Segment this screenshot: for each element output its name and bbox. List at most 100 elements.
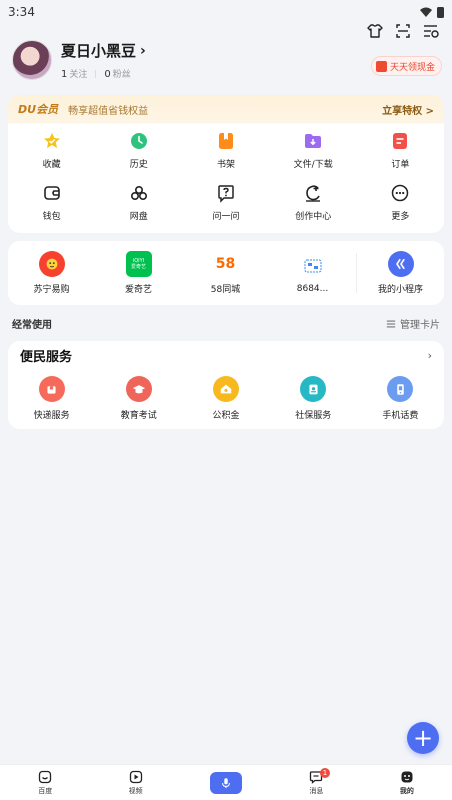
- grid-item-label: 网盘: [129, 212, 148, 222]
- membership-banner[interactable]: DU会员 畅享超值省钱权益 立享特权 >: [8, 95, 444, 123]
- voice-search-button[interactable]: [210, 771, 243, 794]
- nav-item-baidu[interactable]: 百度: [0, 770, 90, 796]
- mini-programs-card: 苏宁易购 iQIYI 爱奇艺 爱奇艺 58 58同城 8684... 我的小程序: [8, 241, 444, 305]
- microphone-icon: [222, 777, 230, 788]
- grid-item-history[interactable]: 历史: [95, 123, 182, 175]
- membership-link[interactable]: 立享特权 >: [382, 102, 434, 117]
- fans-label: 粉丝: [112, 70, 131, 80]
- mini-program-label: 我的小程序: [377, 285, 423, 295]
- skin-icon[interactable]: [366, 22, 384, 40]
- grid-item-more[interactable]: 更多: [357, 175, 444, 227]
- stats-divider: [95, 69, 97, 78]
- wifi-icon: [420, 7, 432, 17]
- grid-item-ask[interactable]: 问一问: [182, 175, 269, 227]
- following-stat[interactable]: 1 关注: [61, 67, 87, 80]
- service-housing-fund[interactable]: 公积金: [182, 369, 269, 421]
- 58-icon: 58: [212, 251, 239, 277]
- status-icons: [420, 6, 444, 18]
- service-education[interactable]: 教育考试: [95, 369, 182, 421]
- mini-program-8684[interactable]: 8684...: [269, 252, 356, 294]
- nav-label: 我的: [399, 786, 414, 795]
- feature-grid: 收藏 历史 书架 文件/下载 订单 钱包 网盘 问一问 创作中心 更多: [8, 123, 444, 227]
- service-label: 快递服务: [33, 411, 70, 421]
- star-icon: [43, 133, 60, 148]
- grid-item-label: 更多: [391, 212, 410, 222]
- mini-program-suning[interactable]: 苏宁易购: [8, 251, 95, 295]
- nav-label: 视频: [128, 786, 143, 795]
- settings-icon[interactable]: [422, 22, 440, 40]
- create-icon: [306, 185, 321, 202]
- order-icon: [393, 133, 408, 149]
- mini-program-label: 爱奇艺: [124, 285, 152, 295]
- manage-cards-label: 管理卡片: [400, 320, 440, 331]
- nav-item-mine[interactable]: 我的: [362, 770, 452, 796]
- nav-item-voice[interactable]: [181, 771, 271, 794]
- grid-item-orders[interactable]: 订单: [357, 123, 444, 175]
- iqiyi-icon: iQIYI 爱奇艺: [125, 251, 152, 277]
- grid-item-bookshelf[interactable]: 书架: [182, 123, 269, 175]
- question-icon: [218, 185, 234, 203]
- express-icon: [38, 376, 65, 402]
- services-header[interactable]: 便民服务 ›: [8, 341, 444, 369]
- grid-item-cloud-drive[interactable]: 网盘: [95, 175, 182, 227]
- message-badge: 1: [320, 767, 331, 778]
- battery-icon: [437, 6, 444, 18]
- grid-item-creator-center[interactable]: 创作中心: [270, 175, 357, 227]
- my-mini-program-icon: [387, 251, 414, 277]
- nav-label: 百度: [38, 786, 53, 795]
- profile-stats: 1 关注 0 粉丝: [61, 67, 146, 80]
- daily-cash-label: 天天领现金: [389, 62, 435, 73]
- mini-program-iqiyi[interactable]: iQIYI 爱奇艺 爱奇艺: [95, 251, 182, 295]
- profile-header[interactable]: 夏日小黑豆 › 1 关注 0 粉丝: [12, 40, 146, 80]
- bookshelf-icon: [218, 133, 233, 149]
- nav-item-video[interactable]: 视频: [90, 770, 180, 796]
- grid-item-label: 文件/下载: [293, 160, 333, 170]
- service-label: 教育考试: [120, 411, 157, 421]
- mini-program-label: 8684...: [296, 283, 329, 294]
- mini-program-label: 58同城: [210, 285, 241, 295]
- avatar[interactable]: [12, 40, 52, 80]
- clock-icon: [130, 133, 147, 149]
- grid-item-label: 历史: [129, 160, 148, 170]
- services-row: 快递服务 教育考试 公积金 社保服务 手机话费: [8, 369, 444, 421]
- membership-title: DU会员: [18, 103, 59, 116]
- membership-subtitle: 畅享超值省钱权益: [68, 105, 149, 117]
- section-title: 经常使用: [12, 320, 52, 331]
- profile-info: 夏日小黑豆 › 1 关注 0 粉丝: [61, 40, 146, 80]
- top-toolbar: [366, 22, 440, 40]
- 8684-icon: [299, 252, 326, 279]
- more-icon: [392, 184, 409, 202]
- gift-icon: [375, 60, 387, 72]
- chevron-right-icon: ›: [140, 42, 146, 59]
- service-social-security[interactable]: 社保服务: [270, 369, 357, 421]
- chevron-right-icon[interactable]: ›: [428, 349, 432, 362]
- grid-item-label: 创作中心: [295, 212, 332, 222]
- baidu-home-icon: [39, 770, 52, 783]
- mini-program-58[interactable]: 58 58同城: [182, 251, 269, 295]
- mini-program-my-programs[interactable]: 我的小程序: [357, 251, 444, 295]
- grid-item-favorites[interactable]: 收藏: [8, 123, 95, 175]
- service-phone-bill[interactable]: 手机话费: [357, 369, 444, 421]
- bottom-nav: 百度 视频 1 消息 我的: [0, 764, 452, 800]
- folder-download-icon: [305, 134, 322, 148]
- grid-item-label: 订单: [391, 160, 410, 170]
- services-title: 便民服务: [20, 349, 73, 365]
- suning-icon: [38, 251, 65, 277]
- grid-item-wallet[interactable]: 钱包: [8, 175, 95, 227]
- fans-stat[interactable]: 0 粉丝: [104, 67, 130, 80]
- mine-icon: [401, 771, 413, 782]
- grid-item-files[interactable]: 文件/下载: [270, 123, 357, 175]
- service-label: 公积金: [212, 411, 240, 421]
- manage-cards-button[interactable]: 管理卡片: [386, 316, 440, 331]
- profile-name[interactable]: 夏日小黑豆 ›: [61, 40, 146, 61]
- add-fab-button[interactable]: +: [407, 722, 439, 754]
- scan-icon[interactable]: [394, 22, 412, 40]
- nav-item-messages[interactable]: 1 消息: [271, 767, 361, 796]
- housing-fund-icon: [213, 376, 239, 402]
- list-icon: [386, 320, 396, 327]
- status-bar: 3:34: [0, 0, 452, 24]
- profile-name-text: 夏日小黑豆: [61, 42, 137, 60]
- following-label: 关注: [69, 70, 88, 80]
- service-express[interactable]: 快递服务: [8, 369, 95, 421]
- daily-cash-button[interactable]: 天天领现金: [370, 56, 442, 76]
